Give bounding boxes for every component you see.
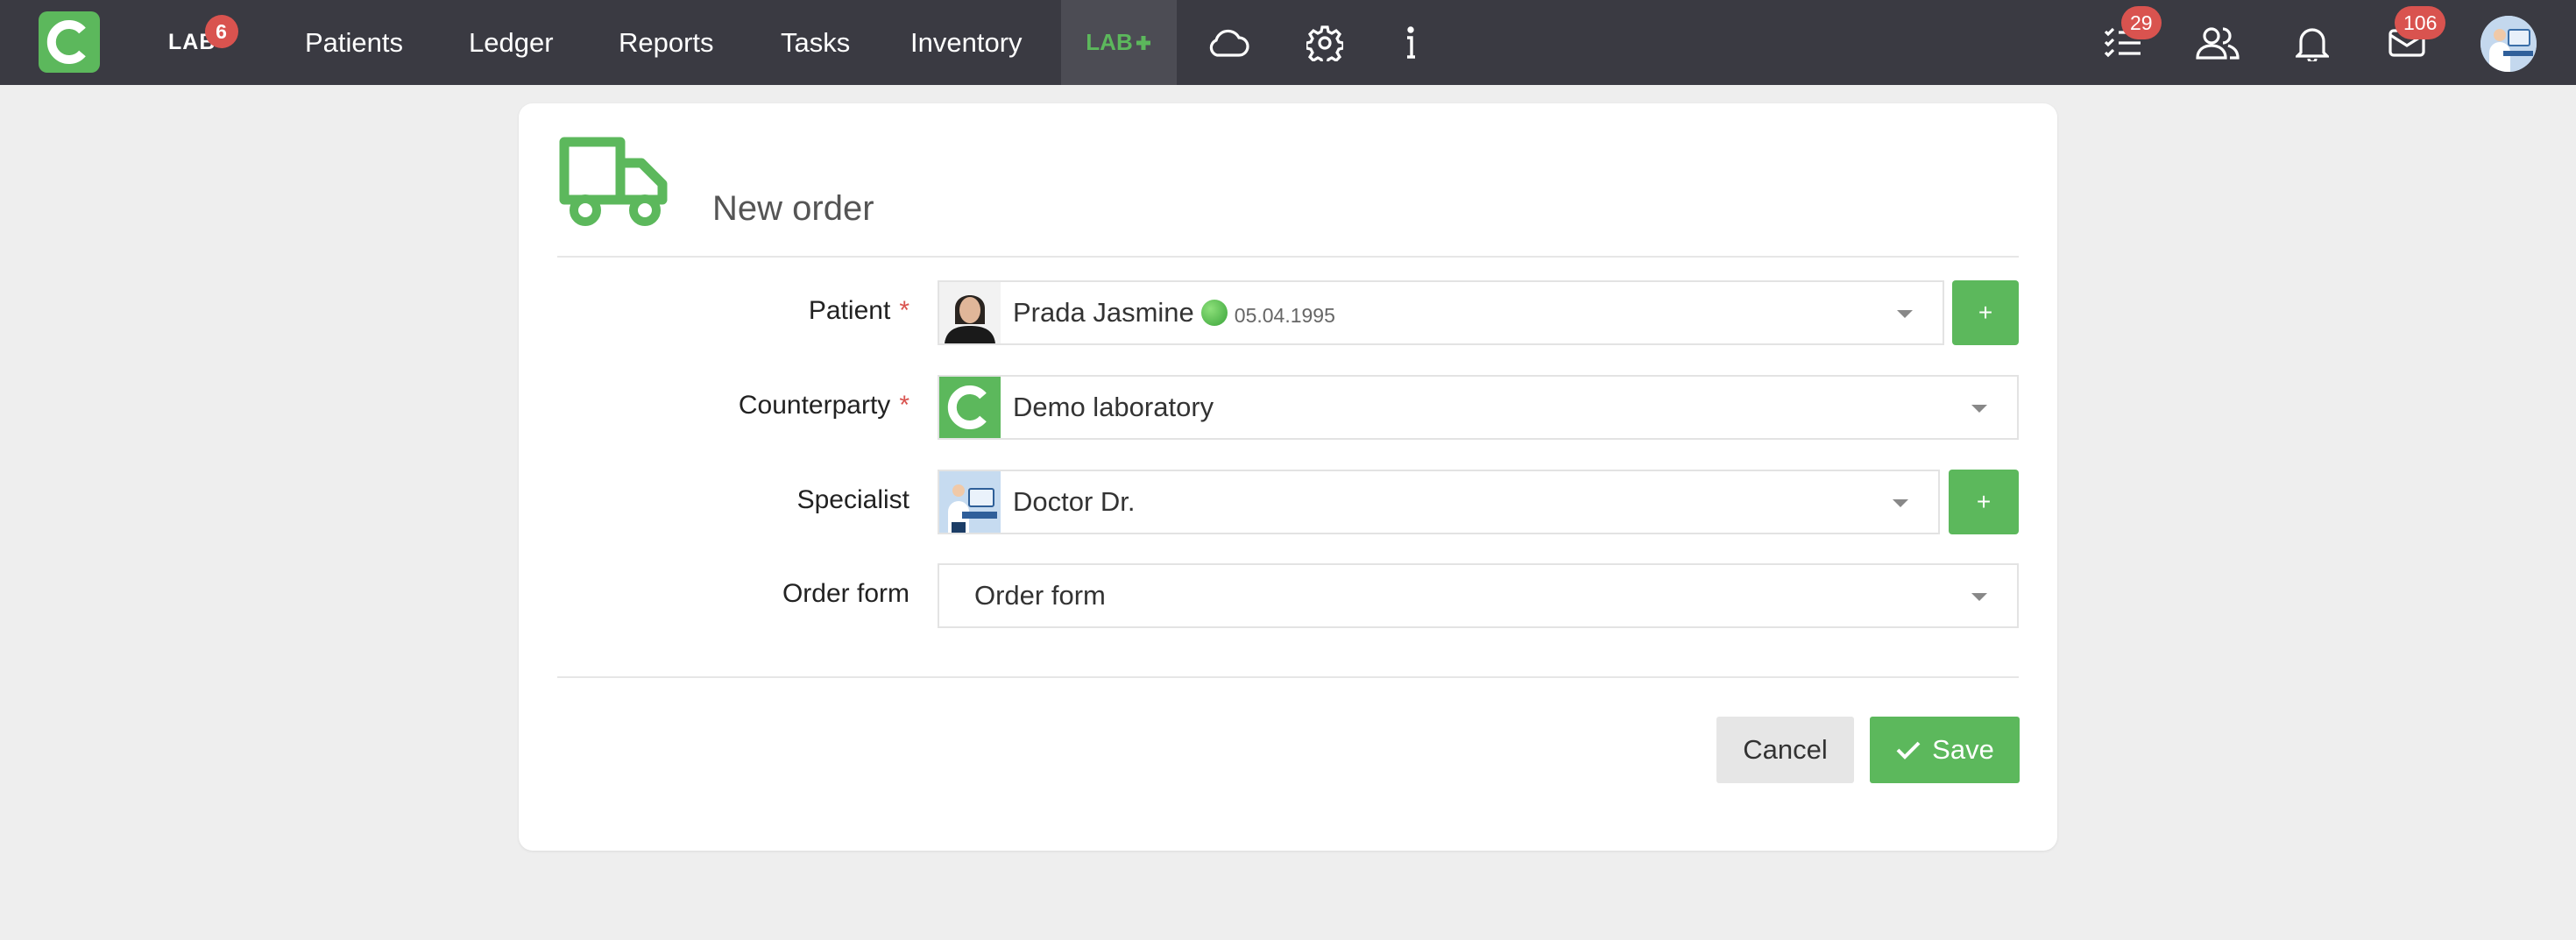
patient-label: Patient *	[809, 296, 909, 326]
patient-name: Prada Jasmine	[1013, 297, 1194, 328]
nav-lab[interactable]: LAB 6	[168, 0, 238, 85]
nav-ledger[interactable]: Ledger	[469, 0, 554, 85]
specialist-label-text: Specialist	[796, 485, 909, 514]
nav-reports[interactable]: Reports	[619, 0, 714, 85]
new-order-card: New order Patient * Prada Jasmine 05.04.1…	[519, 103, 2057, 851]
tasks-count-badge: 29	[2121, 6, 2162, 39]
specialist-label: Specialist	[797, 485, 909, 515]
chevron-down-icon	[1971, 405, 1987, 413]
chevron-down-icon	[1897, 310, 1913, 318]
footer-divider	[557, 676, 2019, 678]
counterparty-label: Counterparty *	[739, 391, 909, 421]
specialist-photo	[939, 471, 1001, 533]
check-icon	[1896, 741, 1921, 760]
order-form-select[interactable]: Order form	[938, 563, 2019, 628]
top-navbar: LAB 6 Patients Ledger Reports Tasks Inve…	[0, 0, 2576, 85]
nav-tasks[interactable]: Tasks	[781, 0, 850, 85]
save-label: Save	[1932, 734, 1994, 765]
nav-labplus[interactable]: LAB	[1061, 0, 1177, 85]
counterparty-value: Demo laboratory	[1013, 392, 1214, 422]
save-button[interactable]: Save	[1870, 717, 2020, 783]
truck-icon	[559, 137, 668, 226]
nav-inventory[interactable]: Inventory	[910, 0, 1023, 85]
order-form-label: Order form	[782, 579, 909, 609]
chevron-down-icon	[1971, 593, 1987, 601]
patient-label-text: Patient	[808, 296, 891, 325]
cancel-button[interactable]: Cancel	[1716, 717, 1854, 783]
plus-icon	[1136, 35, 1150, 50]
cloud-icon[interactable]	[1206, 0, 1249, 85]
order-form-value: Order form	[974, 580, 1106, 611]
bell-icon[interactable]	[2294, 0, 2331, 85]
lab-count-badge: 6	[205, 15, 238, 48]
add-specialist-button[interactable]: +	[1949, 470, 2019, 534]
add-patient-button[interactable]: +	[1952, 280, 2019, 345]
nav-patients[interactable]: Patients	[305, 0, 403, 85]
counterparty-label-text: Counterparty	[738, 391, 891, 420]
info-icon[interactable]	[1400, 0, 1421, 85]
app-logo-icon[interactable]	[39, 11, 100, 73]
required-mark: *	[899, 391, 909, 420]
counterparty-logo-icon	[939, 377, 1001, 438]
specialist-select[interactable]: Doctor Dr.	[938, 470, 1940, 534]
nav-labplus-label: LAB	[1086, 29, 1133, 55]
specialist-value: Doctor Dr.	[1013, 486, 1136, 517]
order-form-label-text: Order form	[782, 579, 909, 608]
gear-icon[interactable]	[1306, 0, 1344, 85]
user-avatar[interactable]	[2480, 16, 2537, 72]
counterparty-select[interactable]: Demo laboratory	[938, 375, 2019, 440]
users-icon[interactable]	[2195, 0, 2240, 85]
mail-count-badge: 106	[2395, 6, 2446, 39]
required-mark: *	[899, 296, 909, 325]
status-online-icon	[1200, 300, 1228, 326]
patient-photo	[939, 282, 1001, 343]
page-title: New order	[712, 189, 874, 228]
patient-select[interactable]: Prada Jasmine 05.04.1995	[938, 280, 1944, 345]
card-header: New order	[557, 135, 2019, 258]
patient-dob: 05.04.1995	[1234, 303, 1335, 327]
chevron-down-icon	[1893, 499, 1908, 507]
